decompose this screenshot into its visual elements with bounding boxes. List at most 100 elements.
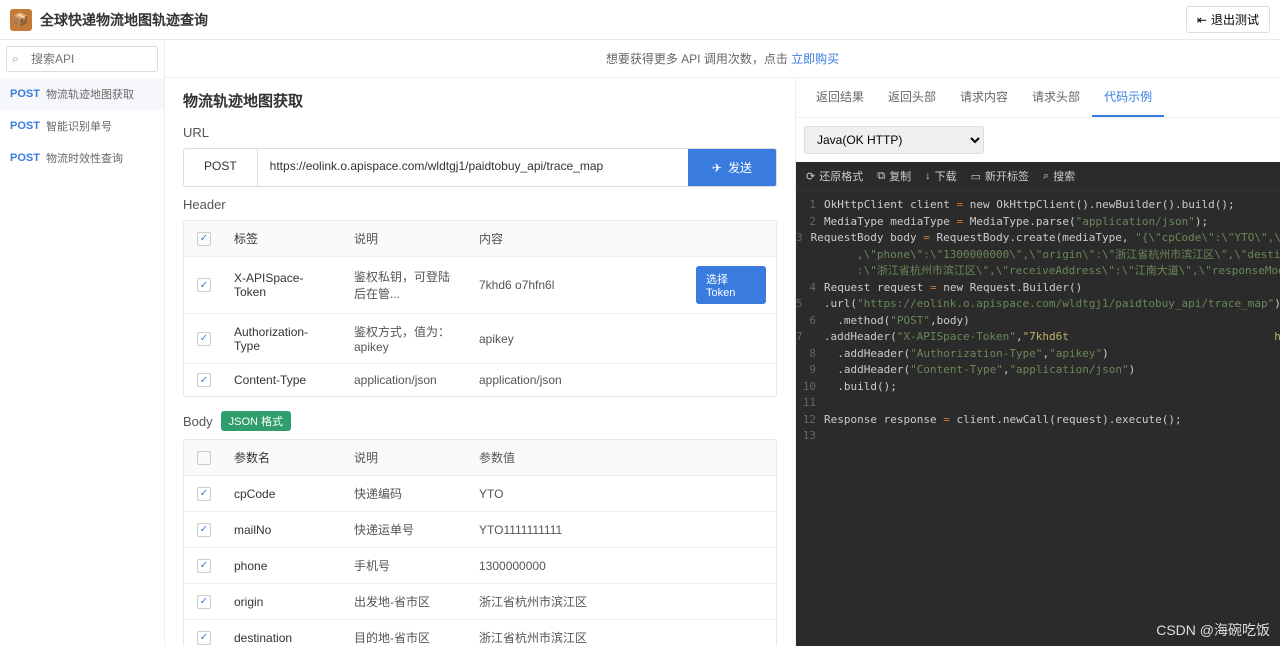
response-tab-2[interactable]: 请求内容	[948, 78, 1020, 117]
url-label: URL	[183, 125, 777, 140]
header-checkbox[interactable]	[197, 332, 211, 346]
method-badge: POST	[10, 152, 40, 164]
header-row-1: Authorization-Type 鉴权方式，值为：apikey apikey	[184, 314, 776, 364]
col-pval: 参数值	[469, 440, 776, 475]
param-name: cpCode	[224, 476, 344, 511]
header-value[interactable]: 7khd6 o7hfn6l	[469, 257, 686, 313]
search-api-input[interactable]	[6, 46, 158, 72]
exit-test-button[interactable]: ⇤ 退出测试	[1186, 6, 1270, 33]
body-row-3: origin 出发地-省市区 浙江省杭州市滨江区	[184, 584, 776, 620]
code-sample[interactable]: 1OkHttpClient client = new OkHttpClient(…	[796, 191, 1280, 646]
param-name: mailNo	[224, 512, 344, 547]
param-value[interactable]: 浙江省杭州市滨江区	[469, 584, 776, 619]
body-checkbox[interactable]	[197, 595, 211, 609]
code-line: 9 .addHeader("Content-Type","application…	[796, 362, 1280, 379]
language-select[interactable]: Java(OK HTTP)	[804, 126, 984, 154]
header-value[interactable]: application/json	[469, 364, 686, 396]
header-desc: 鉴权方式，值为：apikey	[344, 314, 469, 363]
body-checkbox[interactable]	[197, 523, 211, 537]
response-tab-1[interactable]: 返回头部	[876, 78, 948, 117]
check-all-body[interactable]	[197, 451, 211, 465]
col-param: 参数名	[224, 440, 344, 475]
search-code-icon: ⌕	[1043, 170, 1049, 183]
request-pane: 物流轨迹地图获取 URL POST https://eolink.o.apisp…	[165, 78, 795, 646]
code-line: 4Request request = new Request.Builder()	[796, 280, 1280, 297]
response-tab-3[interactable]: 请求头部	[1020, 78, 1092, 117]
sidebar-item-1[interactable]: POST 智能识别单号	[0, 110, 164, 142]
url-method: POST	[184, 149, 258, 186]
header-desc: 鉴权私钥，可登陆后在管...	[344, 257, 469, 313]
search-code-button[interactable]: ⌕搜索	[1043, 168, 1075, 184]
api-title: 物流轨迹地图获取	[183, 90, 777, 111]
copy-button[interactable]: ⧉复制	[877, 168, 911, 184]
param-desc: 快递编码	[344, 476, 469, 511]
download-button[interactable]: ↓下载	[925, 168, 957, 184]
code-line: 6 .method("POST",body)	[796, 313, 1280, 330]
check-all-headers[interactable]	[197, 232, 211, 246]
code-line: 3RequestBody body = RequestBody.create(m…	[796, 230, 1280, 247]
body-table-head: 参数名 说明 参数值	[184, 440, 776, 476]
topbar: 📦 全球快递物流地图轨迹查询 ⇤ 退出测试	[0, 0, 1280, 40]
header-checkbox[interactable]	[197, 278, 211, 292]
param-value[interactable]: YTO1111111111	[469, 512, 776, 547]
download-icon: ↓	[925, 170, 931, 182]
header-row-0: X-APISpace-Token 鉴权私钥，可登陆后在管... 7khd6 o7…	[184, 257, 776, 314]
restore-icon: ⟳	[806, 170, 815, 183]
sidebar: ⌕ POST物流轨迹地图获取POST智能识别单号POST物流时效性查询	[0, 40, 165, 646]
header-label: X-APISpace-Token	[224, 257, 344, 313]
code-line: ,\"phone\":\"1300000000\",\"origin\":\"浙…	[796, 247, 1280, 264]
api-name-label: 物流轨迹地图获取	[46, 86, 134, 102]
body-row-2: phone 手机号 1300000000	[184, 548, 776, 584]
code-line: 12Response response = client.newCall(req…	[796, 412, 1280, 429]
url-row: POST https://eolink.o.apispace.com/wldtg…	[183, 148, 777, 187]
code-line: 13	[796, 428, 1280, 445]
newtab-icon: ▭	[971, 170, 981, 183]
body-section-title: Body	[183, 414, 213, 429]
body-row-1: mailNo 快递运单号 YTO1111111111	[184, 512, 776, 548]
method-badge: POST	[10, 120, 40, 132]
method-badge: POST	[10, 88, 40, 100]
json-format-badge: JSON 格式	[221, 411, 291, 431]
col-val: 内容	[469, 221, 686, 256]
header-label: Content-Type	[224, 364, 344, 396]
body-row-0: cpCode 快递编码 YTO	[184, 476, 776, 512]
app-title: 全球快递物流地图轨迹查询	[40, 10, 208, 30]
param-value[interactable]: YTO	[469, 476, 776, 511]
param-name: destination	[224, 620, 344, 646]
code-line: 10 .build();	[796, 379, 1280, 396]
response-tab-0[interactable]: 返回结果	[804, 78, 876, 117]
body-row-4: destination 目的地-省市区 浙江省杭州市滨江区	[184, 620, 776, 646]
select-token-button[interactable]: 选择 Token	[696, 266, 766, 304]
response-tab-4[interactable]: 代码示例	[1092, 78, 1164, 117]
body-checkbox[interactable]	[197, 631, 211, 645]
send-button[interactable]: ✈ 发送	[688, 149, 776, 186]
header-desc: application/json	[344, 364, 469, 396]
code-line: 5 .url("https://eolink.o.apispace.com/wl…	[796, 296, 1280, 313]
code-line: 11	[796, 395, 1280, 412]
param-desc: 快递运单号	[344, 512, 469, 547]
buy-now-link[interactable]: 立即购买	[791, 52, 839, 66]
header-checkbox[interactable]	[197, 373, 211, 387]
restore-format-button[interactable]: ⟳还原格式	[806, 168, 863, 184]
param-desc: 手机号	[344, 548, 469, 583]
copy-icon: ⧉	[877, 170, 885, 183]
url-text: https://eolink.o.apispace.com/wldtgj1/pa…	[258, 149, 688, 186]
header-label: Authorization-Type	[224, 314, 344, 363]
sidebar-item-0[interactable]: POST 物流轨迹地图获取	[0, 78, 164, 110]
body-checkbox[interactable]	[197, 559, 211, 573]
new-tab-button[interactable]: ▭新开标签	[971, 168, 1029, 184]
body-checkbox[interactable]	[197, 487, 211, 501]
api-name-label: 智能识别单号	[46, 118, 112, 134]
param-value[interactable]: 1300000000	[469, 548, 776, 583]
code-line: :\"浙江省杭州市滨江区\",\"receiveAddress\":\"江南大道…	[796, 263, 1280, 280]
api-name-label: 物流时效性查询	[46, 150, 123, 166]
col-label: 标签	[224, 221, 344, 256]
param-name: origin	[224, 584, 344, 619]
param-value[interactable]: 浙江省杭州市滨江区	[469, 620, 776, 646]
exit-label: 退出测试	[1211, 11, 1259, 28]
col-desc: 说明	[344, 221, 469, 256]
app-logo-icon: 📦	[10, 9, 32, 31]
sidebar-item-2[interactable]: POST 物流时效性查询	[0, 142, 164, 174]
param-desc: 出发地-省市区	[344, 584, 469, 619]
header-value[interactable]: apikey	[469, 314, 686, 363]
